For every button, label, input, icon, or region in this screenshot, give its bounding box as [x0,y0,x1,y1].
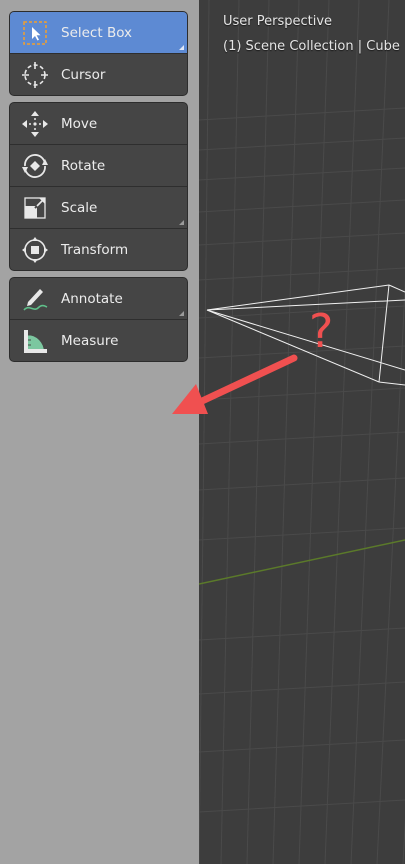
move-icon [19,108,51,140]
tool-label: Rotate [61,157,106,174]
rotate-icon [19,150,51,182]
scene-collection-label: (1) Scene Collection | Cube [223,39,400,54]
x-axis-line [199,539,405,585]
measure-icon [19,325,51,357]
tool-label: Move [61,115,98,132]
tool-move[interactable]: Move [10,103,187,144]
view-perspective-label: User Perspective [223,14,333,29]
camera-wireframe [206,284,405,386]
tool-scale[interactable]: Scale [10,186,187,228]
submenu-corner-indicator [179,220,184,225]
tool-group-annotate: Annotate Measure [10,278,187,361]
tool-measure[interactable]: Measure [10,319,187,361]
scale-icon [19,192,51,224]
tool-transform[interactable]: Transform [10,228,187,270]
cursor-icon [19,59,51,91]
tool-rotate[interactable]: Rotate [10,144,187,186]
tool-label: Scale [61,199,98,216]
3d-viewport[interactable]: User Perspective (1) Scene Collection | … [199,0,405,864]
submenu-corner-indicator [179,311,184,316]
tool-label: Annotate [61,290,123,307]
tool-shelf: Select Box Cursor Move Rotate Scale Tran… [10,12,187,369]
select-box-icon [19,17,51,49]
transform-icon [19,234,51,266]
tool-label: Measure [61,332,119,349]
tool-label: Select Box [61,24,133,41]
tool-annotate[interactable]: Annotate [10,278,187,319]
viewport-grid [199,0,405,864]
tool-group-transform: Move Rotate Scale Transform [10,103,187,270]
tool-label: Cursor [61,66,106,83]
tool-cursor[interactable]: Cursor [10,53,187,95]
tool-group-select: Select Box Cursor [10,12,187,95]
tool-select-box[interactable]: Select Box [10,12,187,53]
tool-label: Transform [61,241,129,258]
annotate-icon [19,283,51,315]
submenu-corner-indicator [179,45,184,50]
